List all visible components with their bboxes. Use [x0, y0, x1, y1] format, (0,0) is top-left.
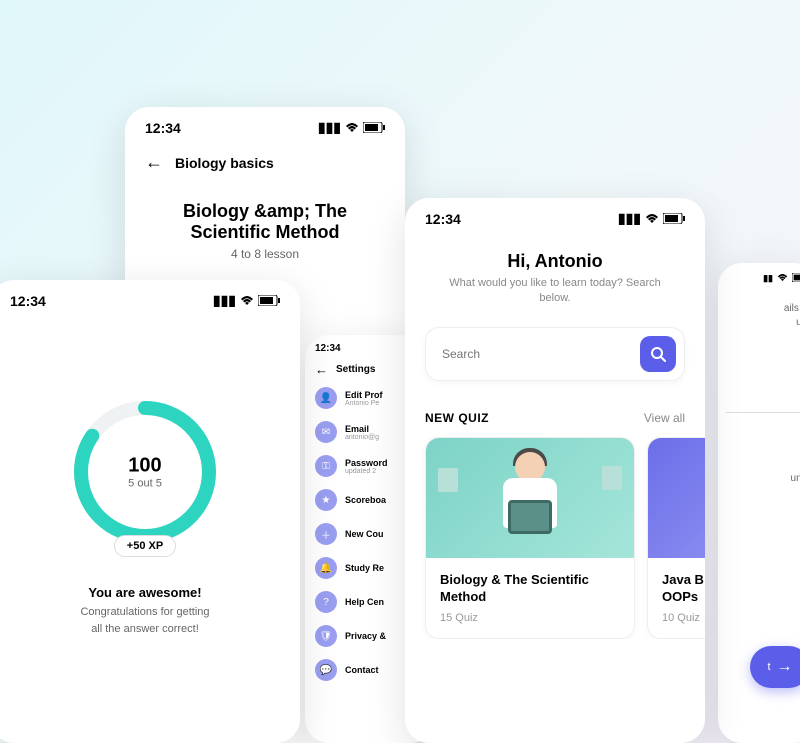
- status-bar: 12:34 ▮▮▮: [125, 107, 405, 144]
- signal-icon: ▮▮: [763, 273, 773, 284]
- status-time: 12:34: [145, 120, 181, 136]
- header-row: ← Biology basics: [125, 144, 405, 181]
- next-button[interactable]: t →: [750, 646, 800, 688]
- congrats-block: You are awesome! Congratulations for get…: [0, 585, 300, 637]
- user-icon: 👤: [315, 387, 337, 409]
- quiz-carousel[interactable]: Biology & The Scientific Method 15 Quiz …: [405, 437, 705, 639]
- greeting-subtitle: What would you like to learn today? Sear…: [435, 276, 675, 307]
- xp-badge: +50 XP: [114, 535, 176, 557]
- screen-title: Settings: [336, 364, 375, 375]
- mail-icon: ✉: [315, 421, 337, 443]
- status-icons: ▮▮▮: [618, 210, 685, 227]
- search-bar[interactable]: [425, 327, 685, 381]
- quiz-card-java[interactable]: Java B OOPs 10 Quiz: [647, 437, 705, 639]
- status-bar: 12:34 ▮▮▮: [0, 280, 300, 317]
- battery-icon: [792, 273, 800, 284]
- battery-icon: [258, 293, 280, 309]
- greeting-title: Hi, Antonio: [435, 251, 675, 272]
- bell-icon: 🔔: [315, 557, 337, 579]
- score-ring-wrap: 100 5 out 5 +50 XP: [0, 397, 300, 557]
- wifi-icon: [777, 273, 788, 284]
- status-icons: ▮▮: [763, 273, 800, 284]
- score-sub: 5 out 5: [128, 478, 162, 490]
- view-all-link[interactable]: View all: [644, 411, 685, 425]
- search-input[interactable]: [442, 347, 640, 361]
- key-icon: ⚿: [315, 455, 337, 477]
- star-icon: ★: [315, 489, 337, 511]
- congrats-body-2: all the answer correct!: [20, 621, 270, 638]
- quiz-illustration: [648, 438, 705, 558]
- signup-screen-peek: ▮▮ ails tount unt? t →: [718, 263, 800, 743]
- arrow-right-icon: →: [777, 658, 793, 676]
- status-bar: 12:34 ▮▮▮: [405, 198, 705, 235]
- search-icon: [650, 346, 666, 362]
- congrats-body-1: Congratulations for getting: [20, 604, 270, 621]
- congrats-headline: You are awesome!: [20, 585, 270, 600]
- status-bar: ▮▮: [718, 263, 800, 290]
- status-icons: ▮▮▮: [213, 292, 280, 309]
- quiz-count: 10 Quiz: [662, 612, 705, 624]
- signal-icon: ▮▮▮: [213, 292, 236, 309]
- quiz-count: 15 Quiz: [440, 612, 620, 624]
- plus-icon: ＋: [315, 523, 337, 545]
- screen-title: Biology basics: [175, 155, 274, 171]
- score-value: 100: [128, 455, 162, 478]
- signal-icon: ▮▮▮: [618, 210, 641, 227]
- section-label: NEW QUIZ: [425, 411, 489, 425]
- next-label: t: [767, 661, 770, 673]
- help-icon: ?: [315, 591, 337, 613]
- quiz-illustration: [426, 438, 634, 558]
- course-subtitle: 4 to 8 lesson: [125, 247, 405, 261]
- status-time: 12:34: [10, 293, 46, 309]
- quiz-title: Java B OOPs: [662, 572, 705, 606]
- search-button[interactable]: [640, 336, 676, 372]
- home-screen: 12:34 ▮▮▮ Hi, Antonio What would you lik…: [405, 198, 705, 743]
- text-fragment: ails tount: [718, 290, 800, 342]
- battery-icon: [663, 211, 685, 227]
- back-icon[interactable]: ←: [315, 362, 328, 377]
- battery-icon: [363, 120, 385, 136]
- greeting-block: Hi, Antonio What would you like to learn…: [405, 235, 705, 327]
- quiz-card-biology[interactable]: Biology & The Scientific Method 15 Quiz: [425, 437, 635, 639]
- wifi-icon: [645, 211, 659, 227]
- shield-icon: 🛡: [315, 625, 337, 647]
- section-header: NEW QUIZ View all: [405, 381, 705, 437]
- status-time: 12:34: [315, 343, 341, 354]
- status-icons: ▮▮▮: [318, 119, 385, 136]
- quiz-title: Biology & The Scientific Method: [440, 572, 620, 606]
- score-screen: 12:34 ▮▮▮ 100 5 out 5 +50 XP You are awe…: [0, 280, 300, 743]
- chat-icon: 💬: [315, 659, 337, 681]
- status-time: 12:34: [425, 211, 461, 227]
- wifi-icon: [345, 120, 359, 136]
- text-fragment: unt?: [718, 413, 800, 484]
- back-icon[interactable]: ←: [145, 152, 163, 173]
- signal-icon: ▮▮▮: [318, 119, 341, 136]
- wifi-icon: [240, 293, 254, 309]
- course-title: Biology &amp; The Scientific Method: [125, 181, 405, 247]
- score-center: 100 5 out 5: [128, 455, 162, 490]
- score-ring: 100 5 out 5: [70, 397, 220, 547]
